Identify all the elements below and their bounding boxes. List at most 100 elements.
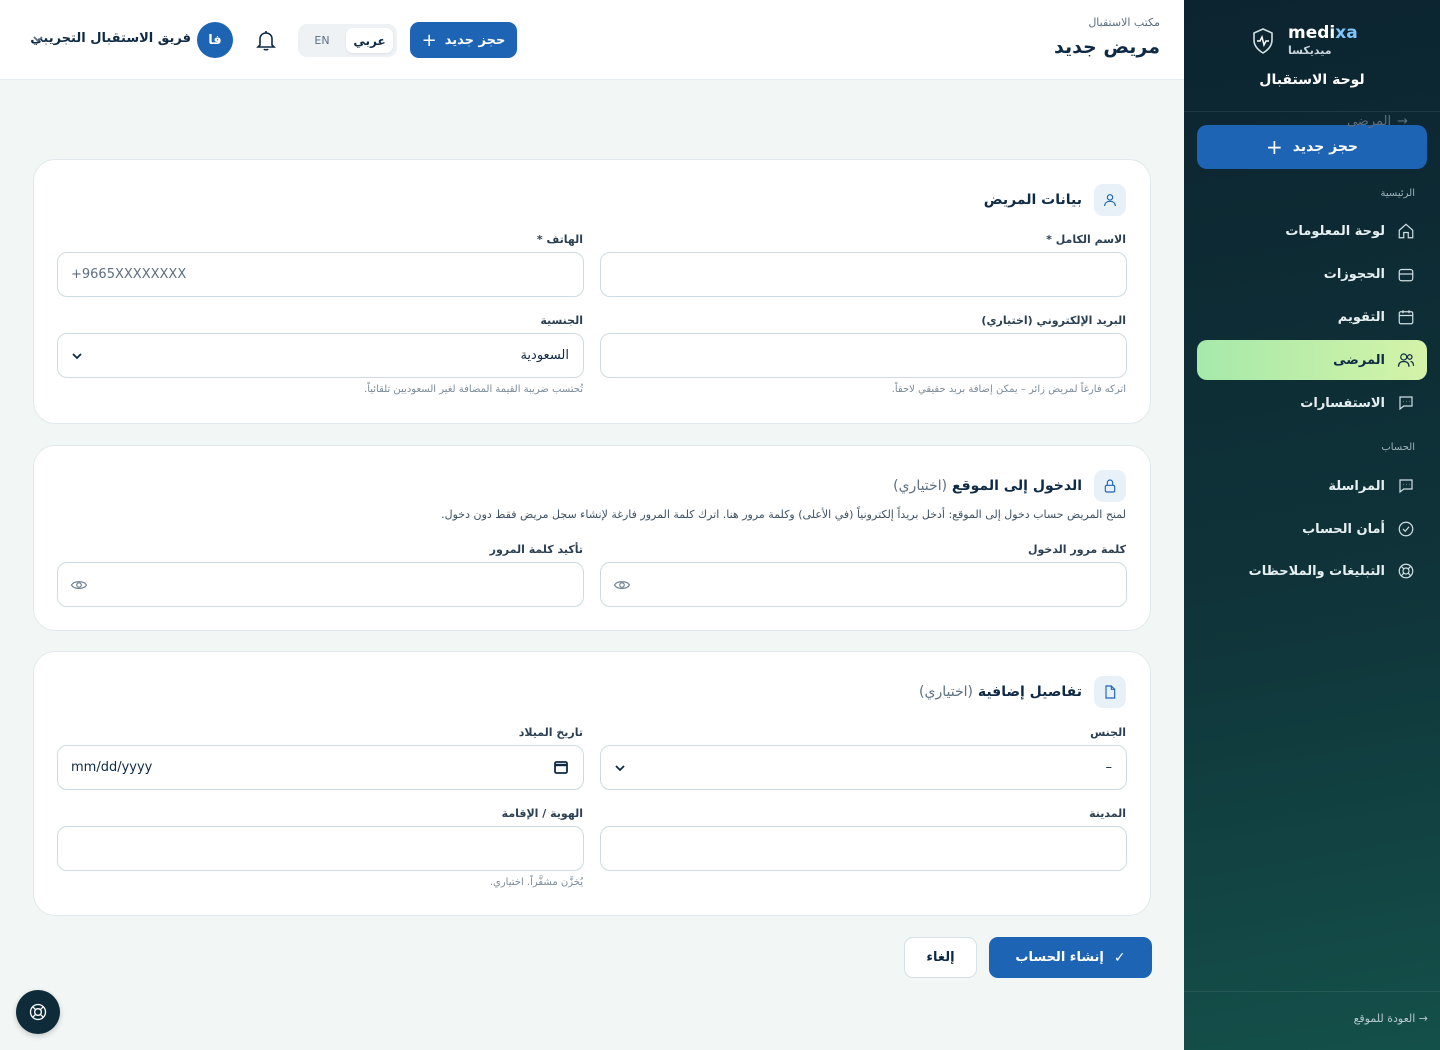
- dob-label: تاريخ الميلاد: [518, 726, 583, 739]
- header-new-booking-label: حجز جديد: [444, 32, 506, 48]
- document-icon: [1094, 676, 1126, 708]
- language-option-ar[interactable]: عربي: [346, 28, 393, 53]
- sidebar-footer: → العودة للموقع: [1184, 991, 1440, 1050]
- back-to-patients-link[interactable]: → المرضى: [1347, 114, 1408, 129]
- sidebar-section-main: الرئيسية: [1380, 188, 1415, 199]
- sidebar-new-booking-label: حجز جديد: [1292, 139, 1359, 155]
- password-field[interactable]: [600, 562, 1127, 607]
- bell-icon: [256, 31, 276, 51]
- sidebar-item-label: التبليغات والملاحظات: [1248, 563, 1385, 579]
- language-switch: عربي EN: [298, 24, 397, 57]
- header-new-booking-button[interactable]: حجز جديد +: [410, 22, 517, 58]
- page-title: مريض جديد: [1053, 36, 1160, 58]
- calendar-icon[interactable]: [553, 759, 569, 775]
- full-name-field[interactable]: [600, 252, 1127, 297]
- sidebar-item-label: الاستفسارات: [1300, 395, 1385, 411]
- nationality-select[interactable]: السعودية: [57, 333, 584, 378]
- lifebuoy-icon: [29, 1003, 47, 1021]
- chevron-down-icon: [70, 349, 84, 363]
- nationality-hint: تُحتسب ضريبة القيمة المضافة لغير السعودي…: [364, 384, 583, 395]
- sidebar-item-account-security[interactable]: أمان الحساب: [1197, 509, 1427, 549]
- brand: medixa ميديكسا لوحة الاستقبال: [1184, 22, 1440, 112]
- site-login-card: الدخول إلى الموقع (اختياري) لمنح المريض …: [33, 445, 1151, 631]
- arrow-right-icon: →: [1397, 114, 1408, 129]
- phone-placeholder: +9665XXXXXXXX: [71, 267, 187, 282]
- gender-select[interactable]: –: [600, 745, 1127, 790]
- briefcase-icon: [1398, 268, 1414, 282]
- brand-logo-text: medixa: [1288, 23, 1358, 43]
- patient-data-card: بيانات المريض الاسم الكامل * الهاتف * +9…: [33, 159, 1151, 424]
- sidebar-item-bookings[interactable]: الحجوزات: [1197, 254, 1427, 294]
- shield-pulse-icon: [1253, 28, 1273, 54]
- language-option-en[interactable]: EN: [304, 28, 340, 53]
- national-id-field[interactable]: [57, 826, 584, 871]
- site-login-title: الدخول إلى الموقع (اختياري): [893, 478, 1082, 494]
- email-label: البريد الإلكتروني (اختياري): [981, 314, 1126, 327]
- user-menu-name[interactable]: فريق الاستقبال التجريبي: [30, 31, 191, 46]
- topbar: مكتب الاستقبال مريض جديد حجز جديد + عربي…: [0, 0, 1184, 80]
- check-circle-icon: [1398, 521, 1414, 537]
- calendar-icon: [1398, 310, 1414, 325]
- city-field[interactable]: [600, 826, 1127, 871]
- arrow-right-icon: →: [1418, 1012, 1428, 1025]
- confirm-password-field[interactable]: [57, 562, 584, 607]
- eye-icon[interactable]: [613, 576, 631, 594]
- sidebar-item-reports[interactable]: التبليغات والملاحظات: [1197, 551, 1427, 591]
- confirm-password-label: تأكيد كلمة المرور: [489, 543, 583, 556]
- city-label: المدينة: [1089, 807, 1126, 820]
- avatar[interactable]: فا: [197, 22, 233, 58]
- nationality-label: الجنسية: [540, 314, 583, 327]
- chevron-down-icon: [33, 36, 43, 43]
- sidebar-item-label: الحجوزات: [1323, 266, 1385, 282]
- sidebar-item-dashboard[interactable]: لوحة المعلومات: [1197, 211, 1427, 251]
- chat-icon: [1399, 396, 1413, 411]
- home-icon: [1398, 223, 1414, 239]
- sidebar: medixa ميديكسا لوحة الاستقبال حجز جديد +…: [1184, 0, 1440, 1050]
- sidebar-item-label: أمان الحساب: [1302, 521, 1385, 537]
- help-fab-button[interactable]: [16, 990, 60, 1034]
- dob-field[interactable]: mm/dd/yyyy: [57, 745, 584, 790]
- sidebar-item-calendar[interactable]: التقويم: [1197, 297, 1427, 337]
- sidebar-item-messaging[interactable]: المراسلة: [1197, 466, 1427, 506]
- plus-icon: +: [1265, 135, 1283, 159]
- national-id-hint: يُخزَّن مشفَّراً. اختياري.: [489, 877, 583, 888]
- sidebar-item-patients[interactable]: المرضى: [1197, 340, 1427, 380]
- full-name-label: الاسم الكامل *: [1046, 233, 1126, 246]
- back-to-site-link[interactable]: → العودة للموقع: [1354, 1012, 1428, 1025]
- sidebar-section-account: الحساب: [1381, 442, 1415, 453]
- site-login-header: الدخول إلى الموقع (اختياري): [893, 470, 1126, 502]
- gender-label: الجنس: [1090, 726, 1126, 739]
- back-to-patients-label: المرضى: [1346, 114, 1392, 129]
- sidebar-item-inquiries[interactable]: الاستفسارات: [1197, 383, 1427, 423]
- email-hint: اتركه فارغاً لمريض زائر – يمكن إضافة بري…: [891, 384, 1126, 395]
- national-id-label: الهوية / الإقامة: [501, 807, 583, 820]
- check-icon: ✓: [1113, 949, 1126, 966]
- brand-arabic-name: ميديكسا: [1288, 44, 1332, 57]
- phone-label: الهاتف *: [536, 233, 583, 246]
- notifications-button[interactable]: [254, 28, 278, 52]
- lock-icon: [1094, 470, 1126, 502]
- extra-details-header: تفاصيل إضافية (اختياري): [919, 676, 1126, 708]
- create-account-label: إنشاء الحساب: [1015, 950, 1104, 965]
- create-account-button[interactable]: ✓ إنشاء الحساب: [989, 937, 1152, 978]
- sidebar-item-label: التقويم: [1337, 309, 1385, 325]
- sidebar-item-label: المرضى: [1333, 352, 1385, 368]
- eye-icon[interactable]: [70, 576, 88, 594]
- nationality-value: السعودية: [520, 348, 569, 363]
- sidebar-new-booking-button[interactable]: حجز جديد +: [1197, 125, 1427, 169]
- phone-field[interactable]: +9665XXXXXXXX: [57, 252, 584, 297]
- user-menu-toggle[interactable]: [31, 31, 45, 45]
- dob-placeholder: mm/dd/yyyy: [71, 760, 153, 775]
- cancel-button[interactable]: إلغاء: [904, 937, 977, 978]
- message-icon: [1399, 479, 1413, 494]
- patient-data-header: بيانات المريض: [984, 184, 1126, 216]
- sidebar-item-label: المراسلة: [1328, 478, 1385, 494]
- back-to-site-label: العودة للموقع: [1353, 1012, 1416, 1025]
- password-label: كلمة مرور الدخول: [1027, 543, 1126, 556]
- breadcrumb: مكتب الاستقبال: [1088, 16, 1160, 29]
- chevron-down-icon: [613, 761, 627, 775]
- sidebar-title: لوحة الاستقبال: [1259, 72, 1365, 88]
- email-field[interactable]: [600, 333, 1127, 378]
- extra-details-card: تفاصيل إضافية (اختياري) الجنس – تاريخ ال…: [33, 651, 1151, 916]
- sidebar-item-label: لوحة المعلومات: [1285, 223, 1385, 239]
